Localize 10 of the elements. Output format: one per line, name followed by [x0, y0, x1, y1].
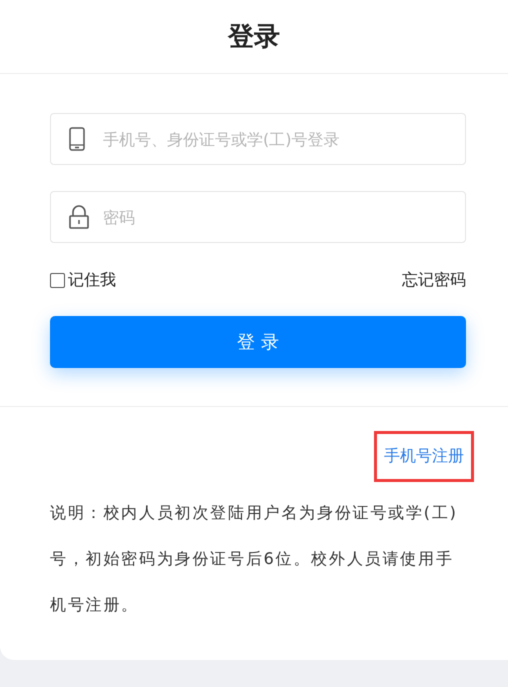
register-link[interactable]: 手机号注册	[374, 431, 474, 482]
phone-icon	[69, 127, 85, 151]
input-field[interactable]: 手机号、身份证号或学(工)号登录	[50, 113, 466, 165]
input-field[interactable]: 密码	[50, 191, 466, 243]
forgot-password-link[interactable]: 忘记密码	[402, 270, 466, 290]
login-button[interactable]: 登 录	[50, 316, 466, 368]
lock-icon	[69, 205, 89, 229]
remember-checkbox[interactable]: 记住我	[50, 270, 116, 290]
page-title: 登录	[228, 21, 280, 54]
instructions-text: 说明：校内人员初次登陆用户名为身份证号或学(工)号，初始密码为身份证号后6位。校外人员请使用手机号注册。	[50, 502, 459, 616]
